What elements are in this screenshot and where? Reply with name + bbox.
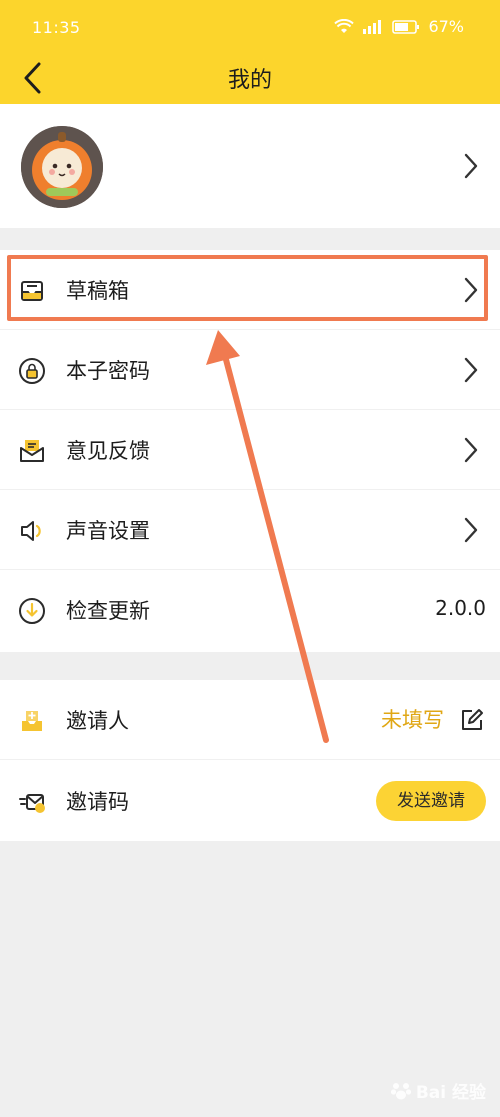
status-time: 11:35 (32, 18, 81, 37)
invite-section: 邀请人 未填写 邀请码 发送邀请 (0, 680, 500, 841)
lock-icon (19, 358, 45, 384)
edit-icon[interactable] (460, 708, 484, 732)
update-icon (19, 598, 45, 624)
invite-code-row[interactable]: 邀请码 发送邀请 (0, 761, 500, 841)
app-header: 11:35 67% 我的 (0, 0, 500, 104)
status-icons: 67% (334, 17, 464, 36)
invite-code-label: 邀请码 (66, 790, 129, 814)
avatar[interactable] (21, 126, 103, 208)
highlight-box (7, 255, 488, 321)
divider (0, 759, 500, 760)
inviter-status: 未填写 (381, 708, 444, 732)
menu-item-check-update[interactable]: 检查更新 2.0.0 (0, 570, 500, 650)
status-bar: 11:35 67% (0, 0, 500, 48)
feedback-icon (20, 440, 44, 462)
chevron-right-icon (464, 517, 478, 543)
inviter-icon (22, 711, 42, 731)
menu-item-label: 声音设置 (66, 519, 150, 543)
chevron-right-icon (464, 437, 478, 463)
inviter-row[interactable]: 邀请人 未填写 (0, 680, 500, 760)
invite-code-icon (19, 794, 45, 813)
battery-percent: 67% (428, 17, 464, 36)
sound-icon (21, 521, 41, 541)
watermark-text: Bai 经验 (415, 1083, 486, 1103)
version-number: 2.0.0 (435, 596, 486, 620)
menu-item-feedback[interactable]: 意见反馈 (0, 410, 500, 490)
menu-item-label: 检查更新 (66, 599, 150, 623)
signal-icon (363, 19, 382, 34)
wifi-icon (334, 18, 355, 33)
watermark: Bai 经验 (390, 1078, 486, 1103)
page-title: 我的 (227, 68, 272, 93)
paw-icon (390, 1082, 411, 1099)
battery-icon (392, 19, 420, 34)
menu-item-sound-settings[interactable]: 声音设置 (0, 490, 500, 570)
profile-row[interactable] (0, 104, 500, 228)
send-invite-button[interactable]: 发送邀请 (376, 781, 486, 821)
chevron-right-icon (464, 357, 478, 383)
inviter-label: 邀请人 (66, 709, 129, 733)
menu-item-label: 本子密码 (66, 359, 150, 383)
menu-item-label: 意见反馈 (66, 439, 150, 463)
avatar-image (21, 126, 103, 208)
chevron-right-icon (464, 153, 478, 179)
menu-item-notebook-password[interactable]: 本子密码 (0, 330, 500, 410)
